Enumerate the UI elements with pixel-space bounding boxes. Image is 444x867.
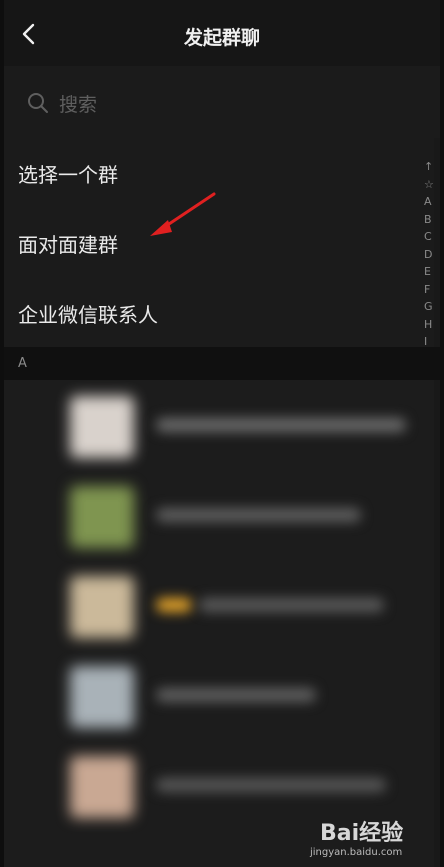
face-to-face-group-label: 面对面建群 bbox=[18, 233, 118, 257]
index-letter[interactable]: G bbox=[424, 298, 440, 316]
watermark-logo: Bai经验 bbox=[320, 821, 404, 846]
contact-row[interactable] bbox=[4, 380, 434, 470]
wecom-contacts-label: 企业微信联系人 bbox=[18, 303, 158, 327]
contact-row[interactable] bbox=[4, 470, 434, 560]
contact-name-blurred bbox=[156, 688, 316, 702]
screen: 发起群聊 搜索 选择一个群 面对面建群 企业微信联系人 ↑ ☆ A B C D … bbox=[4, 0, 440, 867]
contact-list bbox=[4, 380, 434, 867]
index-letter[interactable]: ☆ bbox=[424, 176, 440, 194]
face-to-face-group-item[interactable]: 面对面建群 bbox=[4, 208, 434, 278]
index-letter[interactable]: D bbox=[424, 246, 440, 264]
contact-avatar bbox=[70, 756, 134, 818]
section-header-a: A bbox=[4, 347, 440, 380]
contact-name-blurred bbox=[156, 418, 406, 432]
contact-avatar bbox=[70, 666, 134, 728]
top-bar: 发起群聊 bbox=[4, 0, 440, 66]
search-bar[interactable]: 搜索 bbox=[4, 66, 440, 138]
search-placeholder: 搜索 bbox=[59, 94, 98, 116]
index-letter[interactable]: A bbox=[424, 193, 440, 211]
index-letter[interactable]: B bbox=[424, 211, 440, 229]
page-title: 发起群聊 bbox=[183, 27, 260, 49]
index-letter[interactable]: C bbox=[424, 228, 440, 246]
wecom-contacts-item[interactable]: 企业微信联系人 bbox=[4, 278, 434, 348]
index-letter[interactable]: H bbox=[424, 316, 440, 334]
contact-emoji-blurred bbox=[156, 598, 192, 612]
search-icon bbox=[28, 93, 48, 113]
contact-name-blurred bbox=[199, 598, 384, 612]
index-letter[interactable]: F bbox=[424, 281, 440, 299]
contact-avatar bbox=[70, 486, 134, 548]
contact-row[interactable] bbox=[4, 560, 434, 650]
contact-avatar bbox=[70, 396, 134, 458]
baidu-jingyan-watermark: Bai经验 jingyan.baidu.com bbox=[310, 813, 420, 861]
contact-avatar bbox=[70, 576, 134, 638]
red-arrow-annotation-icon bbox=[150, 192, 216, 236]
section-letter: A bbox=[18, 356, 27, 371]
index-letter[interactable]: ↑ bbox=[424, 158, 440, 176]
contact-name-blurred bbox=[156, 508, 361, 522]
contact-name-blurred bbox=[156, 778, 386, 792]
select-group-item[interactable]: 选择一个群 bbox=[4, 138, 434, 208]
index-letter[interactable]: E bbox=[424, 263, 440, 281]
watermark-url: jingyan.baidu.com bbox=[310, 847, 403, 858]
contact-row[interactable] bbox=[4, 650, 434, 740]
select-group-label: 选择一个群 bbox=[18, 163, 118, 187]
